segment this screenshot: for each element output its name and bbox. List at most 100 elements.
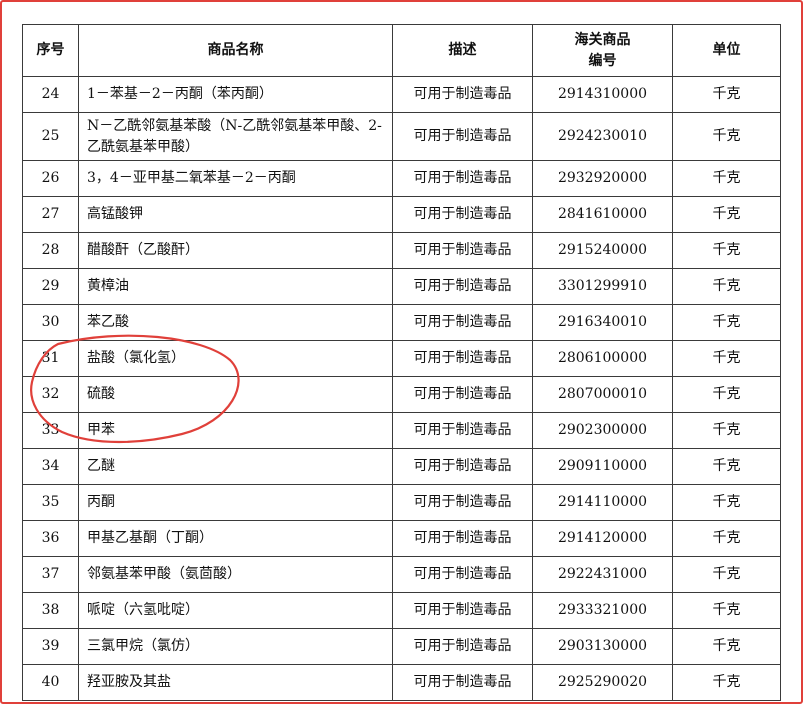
cell-unit: 千克 (672, 340, 781, 377)
cell-no: 34 (22, 448, 79, 485)
cell-desc: 可用于制造毒品 (392, 412, 533, 449)
cell-no: 33 (22, 412, 79, 449)
header-code-line2: 编号 (588, 52, 617, 69)
cell-name: 三氯甲烷（氯仿） (78, 628, 393, 665)
table-row: 37 邻氨基苯甲酸（氨茴酸） 可用于制造毒品 2922431000 千克 (22, 556, 781, 593)
cell-code: 2807000010 (532, 376, 673, 413)
cell-unit: 千克 (672, 448, 781, 485)
cell-unit: 千克 (672, 592, 781, 629)
table-row: 39 三氯甲烷（氯仿） 可用于制造毒品 2903130000 千克 (22, 628, 781, 665)
table-row: 32 硫酸 可用于制造毒品 2807000010 千克 (22, 376, 781, 413)
cell-name: 高锰酸钾 (78, 196, 393, 233)
header-code-line1: 海关商品 (574, 31, 631, 48)
cell-no: 39 (22, 628, 79, 665)
cell-name: 哌啶（六氢吡啶） (78, 592, 393, 629)
table-row: 28 醋酸酐（乙酸酐） 可用于制造毒品 2915240000 千克 (22, 232, 781, 269)
cell-desc: 可用于制造毒品 (392, 304, 533, 341)
table-row: 35 丙酮 可用于制造毒品 2914110000 千克 (22, 484, 781, 521)
cell-name: 乙醚 (78, 448, 393, 485)
goods-table: 序号 商品名称 描述 海关商品 编号 单位 24 1－苯基－2－丙酮（苯丙酮） 可用… (22, 24, 781, 701)
cell-no: 36 (22, 520, 79, 557)
table-row: 27 高锰酸钾 可用于制造毒品 2841610000 千克 (22, 196, 781, 233)
cell-no: 29 (22, 268, 79, 305)
cell-name: 甲苯 (78, 412, 393, 449)
cell-code: 2925290020 (532, 664, 673, 701)
cell-unit: 千克 (672, 376, 781, 413)
cell-no: 25 (22, 112, 79, 161)
table-row: 34 乙醚 可用于制造毒品 2909110000 千克 (22, 448, 781, 485)
cell-desc: 可用于制造毒品 (392, 196, 533, 233)
cell-name: 丙酮 (78, 484, 393, 521)
cell-name: 盐酸（氯化氢） (78, 340, 393, 377)
cell-code: 2806100000 (532, 340, 673, 377)
cell-code: 3301299910 (532, 268, 673, 305)
cell-no: 37 (22, 556, 79, 593)
cell-name: 醋酸酐（乙酸酐） (78, 232, 393, 269)
cell-code: 2914120000 (532, 520, 673, 557)
cell-desc: 可用于制造毒品 (392, 340, 533, 377)
header-name: 商品名称 (78, 24, 393, 77)
table-body: 24 1－苯基－2－丙酮（苯丙酮） 可用于制造毒品 2914310000 千克 25 N－乙… (22, 76, 781, 701)
table-row: 26 3，4－亚甲基二氧苯基－2－丙酮 可用于制造毒品 2932920000 千克 (22, 160, 781, 197)
cell-name: 苯乙酸 (78, 304, 393, 341)
cell-desc: 可用于制造毒品 (392, 664, 533, 701)
cell-unit: 千克 (672, 520, 781, 557)
cell-no: 40 (22, 664, 79, 701)
cell-unit: 千克 (672, 196, 781, 233)
cell-desc: 可用于制造毒品 (392, 232, 533, 269)
cell-desc: 可用于制造毒品 (392, 448, 533, 485)
header-code: 海关商品 编号 (532, 24, 673, 77)
cell-desc: 可用于制造毒品 (392, 592, 533, 629)
cell-code: 2933321000 (532, 592, 673, 629)
cell-name: 邻氨基苯甲酸（氨茴酸） (78, 556, 393, 593)
table-header-row: 序号 商品名称 描述 海关商品 编号 单位 (22, 24, 781, 77)
cell-code: 2902300000 (532, 412, 673, 449)
cell-code: 2914110000 (532, 484, 673, 521)
cell-no: 35 (22, 484, 79, 521)
cell-name: 3，4－亚甲基二氧苯基－2－丙酮 (78, 160, 393, 197)
cell-name: 黄樟油 (78, 268, 393, 305)
cell-unit: 千克 (672, 268, 781, 305)
cell-unit: 千克 (672, 304, 781, 341)
table-row: 31 盐酸（氯化氢） 可用于制造毒品 2806100000 千克 (22, 340, 781, 377)
cell-no: 27 (22, 196, 79, 233)
cell-no: 32 (22, 376, 79, 413)
cell-desc: 可用于制造毒品 (392, 628, 533, 665)
cell-no: 31 (22, 340, 79, 377)
cell-code: 2915240000 (532, 232, 673, 269)
table-row: 24 1－苯基－2－丙酮（苯丙酮） 可用于制造毒品 2914310000 千克 (22, 76, 781, 113)
table-row: 30 苯乙酸 可用于制造毒品 2916340010 千克 (22, 304, 781, 341)
cell-desc: 可用于制造毒品 (392, 520, 533, 557)
cell-unit: 千克 (672, 412, 781, 449)
table-row: 36 甲基乙基酮（丁酮） 可用于制造毒品 2914120000 千克 (22, 520, 781, 557)
cell-name: 1－苯基－2－丙酮（苯丙酮） (78, 76, 393, 113)
cell-no: 26 (22, 160, 79, 197)
cell-no: 38 (22, 592, 79, 629)
cell-unit: 千克 (672, 76, 781, 113)
cell-desc: 可用于制造毒品 (392, 76, 533, 113)
cell-desc: 可用于制造毒品 (392, 484, 533, 521)
cell-name: N－乙酰邻氨基苯酸（N-乙酰邻氨基苯甲酸、2-乙酰氨基苯甲酸） (78, 112, 393, 161)
table-row: 38 哌啶（六氢吡啶） 可用于制造毒品 2933321000 千克 (22, 592, 781, 629)
cell-desc: 可用于制造毒品 (392, 376, 533, 413)
cell-name: 甲基乙基酮（丁酮） (78, 520, 393, 557)
cell-code: 2914310000 (532, 76, 673, 113)
header-no: 序号 (22, 24, 79, 77)
document-frame: 序号 商品名称 描述 海关商品 编号 单位 24 1－苯基－2－丙酮（苯丙酮） 可用… (0, 0, 803, 704)
cell-name: 硫酸 (78, 376, 393, 413)
table-row: 29 黄樟油 可用于制造毒品 3301299910 千克 (22, 268, 781, 305)
cell-code: 2922431000 (532, 556, 673, 593)
table-row: 40 羟亚胺及其盐 可用于制造毒品 2925290020 千克 (22, 664, 781, 701)
cell-unit: 千克 (672, 484, 781, 521)
cell-no: 28 (22, 232, 79, 269)
cell-unit: 千克 (672, 664, 781, 701)
cell-unit: 千克 (672, 628, 781, 665)
cell-desc: 可用于制造毒品 (392, 268, 533, 305)
cell-code: 2932920000 (532, 160, 673, 197)
cell-code: 2916340010 (532, 304, 673, 341)
cell-code: 2909110000 (532, 448, 673, 485)
header-desc: 描述 (392, 24, 533, 77)
cell-code: 2903130000 (532, 628, 673, 665)
cell-code: 2841610000 (532, 196, 673, 233)
cell-desc: 可用于制造毒品 (392, 556, 533, 593)
